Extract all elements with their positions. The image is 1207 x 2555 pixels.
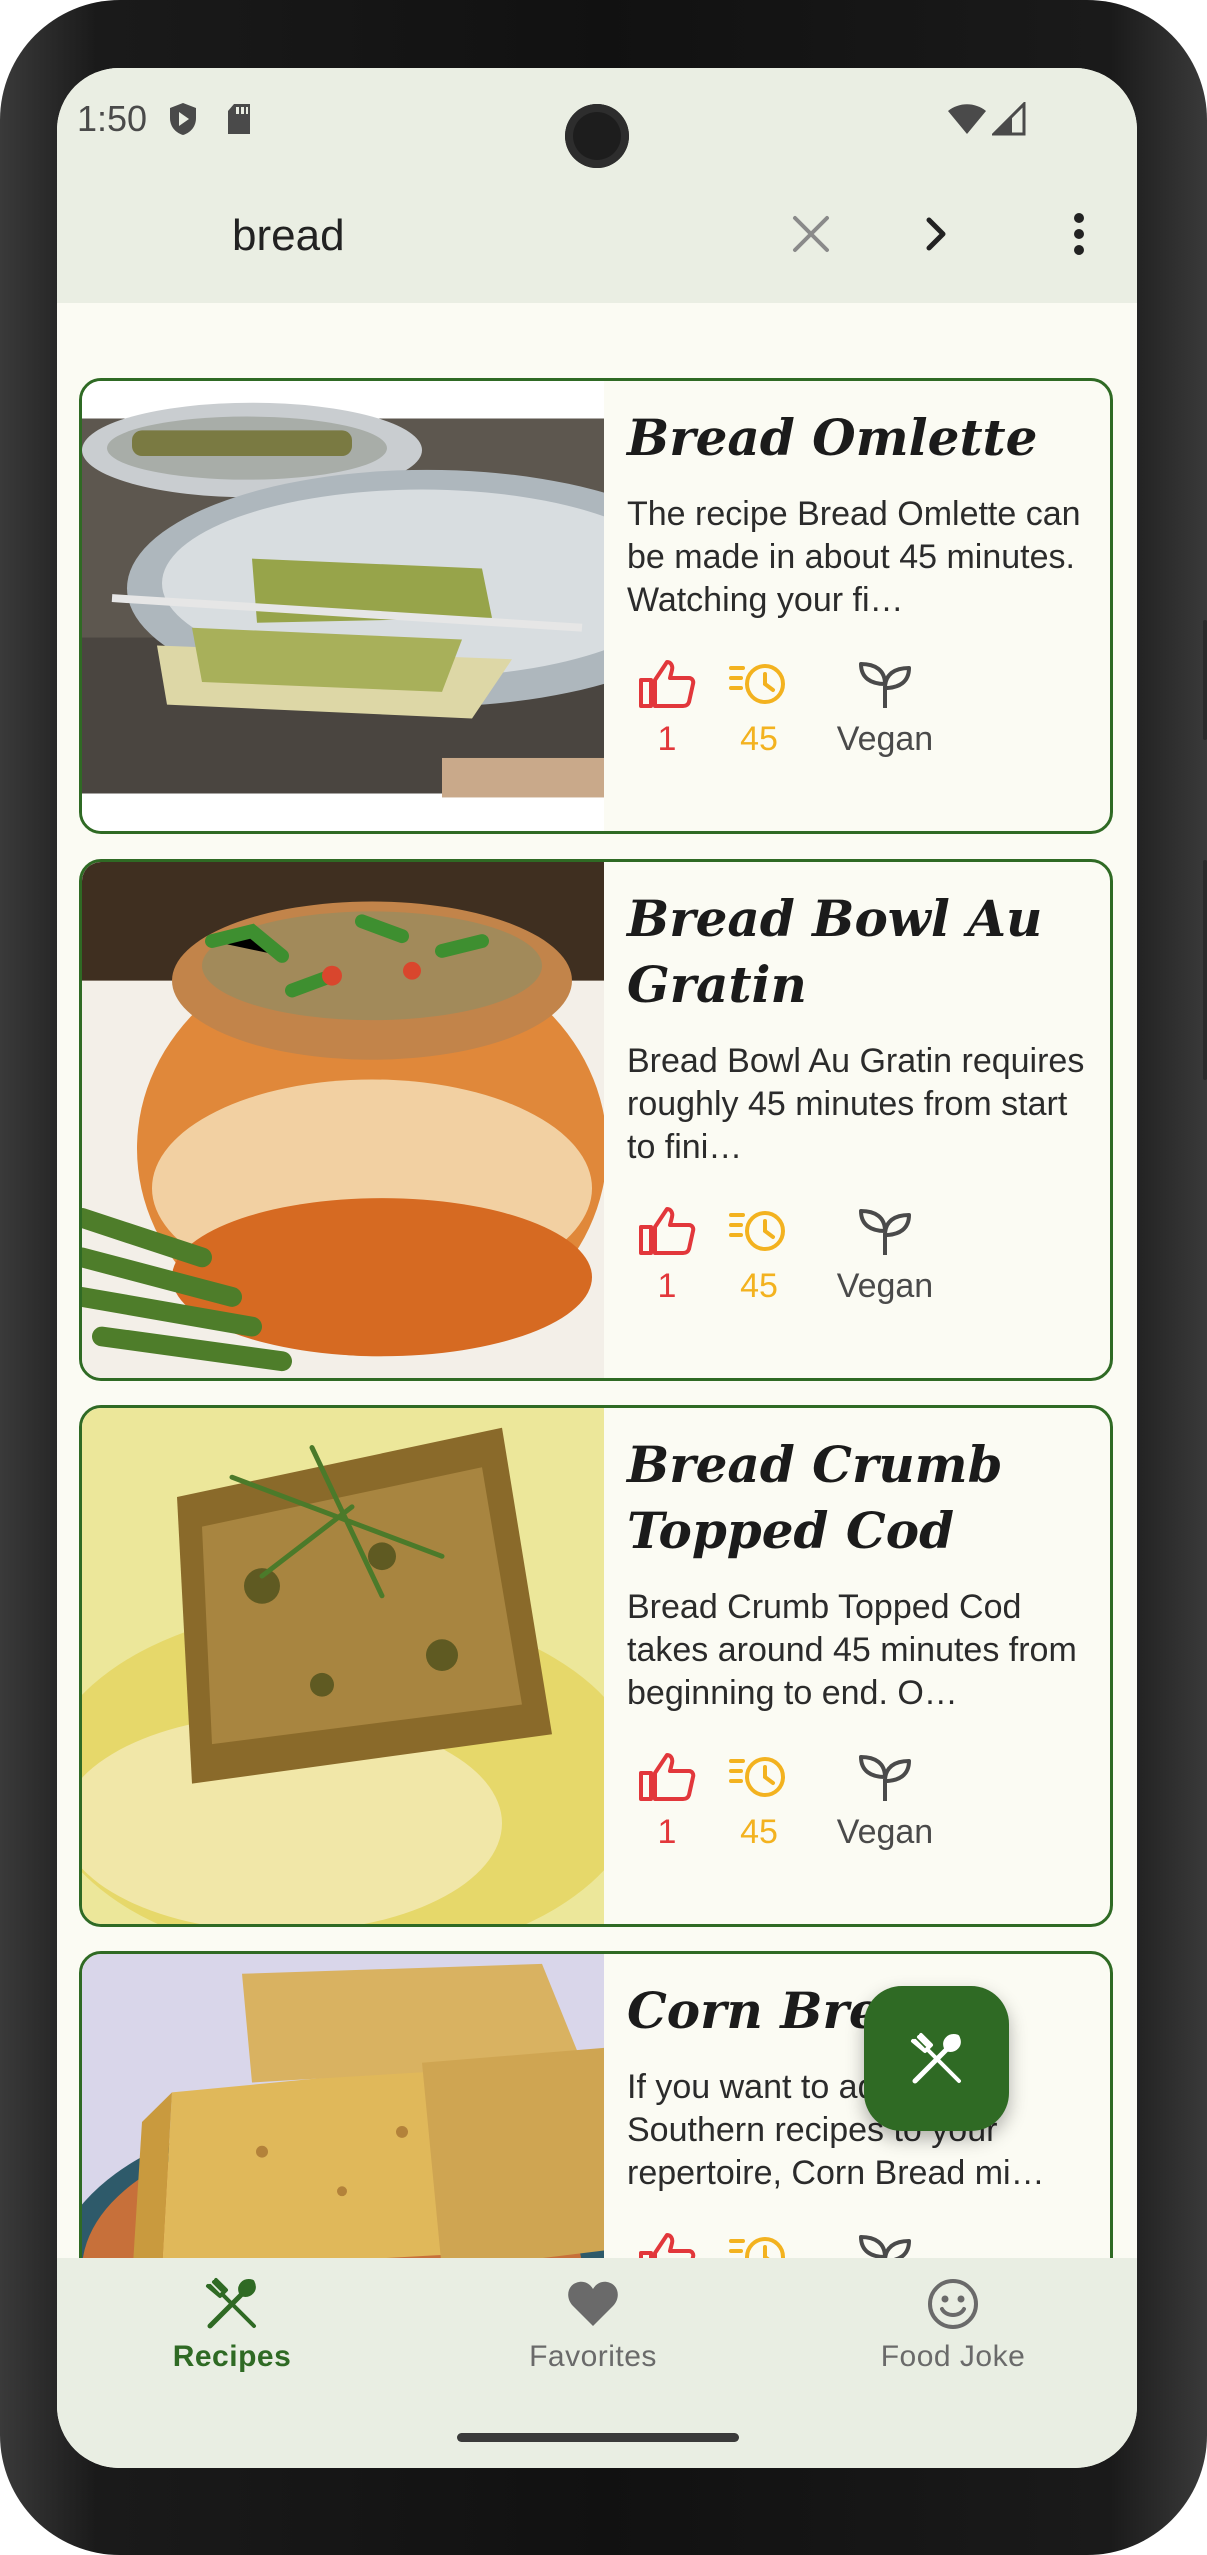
nav-label-favorites: Favorites [529,2340,657,2373]
diet-label: Vegan [836,1813,934,1851]
search-app-bar [57,168,1137,303]
leaf-icon [859,1755,911,1801]
sd-card-icon [228,104,250,134]
recipe-card[interactable]: Bread Bowl Au Gratin Bread Bowl Au Grati… [79,859,1113,1381]
search-input[interactable] [232,204,752,268]
overflow-menu-button[interactable] [1043,198,1115,270]
thumb-up-icon [639,2233,696,2258]
smiley-icon [928,2279,978,2329]
recipe-title: Bread Crumb Topped Cod [627,1435,1003,1560]
recipe-card[interactable]: Bread Crumb Topped Cod Bread Crumb Toppe… [79,1405,1113,1927]
recipe-filter-fab[interactable] [864,1986,1009,2131]
nav-label-recipes: Recipes [172,2340,292,2373]
recipe-title: Corn Bread [627,1981,949,2040]
recipe-description: Bread Crumb Topped Cod takes around 45 m… [627,1588,1077,1712]
diet-stat: Vegan [825,1751,945,1852]
bottom-navigation: Recipes Favorites Food Joke [57,2258,1137,2413]
volume-button [1203,860,1207,1080]
submit-search-button[interactable] [900,198,972,270]
front-camera [565,104,629,168]
time-stat [699,2231,819,2258]
recipe-stats: 1 45 Vegan [627,658,1090,778]
status-time: 1:50 [77,98,148,139]
thumb-up-icon [639,1753,696,1801]
leaf-icon [859,2235,911,2258]
minutes-value: 45 [740,720,778,758]
recipe-description: If you want to add more Southern recipes… [627,2068,1045,2192]
heart-icon [568,2281,618,2326]
thumb-up-icon [639,660,696,708]
timer-icon [729,2237,785,2258]
timer-icon [729,664,785,704]
shield-icon [170,103,196,135]
nav-item-favorites[interactable]: Favorites [463,2276,723,2374]
time-stat: 45 [699,658,819,759]
recipe-title: Bread Omlette [627,408,1038,467]
diet-stat: Vegan [825,1205,945,1306]
recipe-image [82,862,604,1378]
leaf-icon [859,1209,911,1255]
home-gesture-handle[interactable] [457,2433,739,2442]
recipe-stats: 1 45 Vegan [627,1751,1090,1871]
clear-search-button[interactable] [775,198,847,270]
gesture-bar [57,2413,1137,2468]
timer-icon [729,1757,785,1797]
wifi-icon [948,104,986,134]
timer-icon [729,1211,785,1251]
nav-label-food-joke: Food Joke [880,2340,1026,2373]
recipe-card-body: Bread Omlette The recipe Bread Omlette c… [627,381,1090,778]
recipe-card-body: Bread Crumb Topped Cod Bread Crumb Toppe… [627,1408,1090,1871]
recipe-card-body: Bread Bowl Au Gratin Bread Bowl Au Grati… [627,862,1090,1325]
thumb-up-icon [639,1207,696,1255]
recipe-title: Bread Bowl Au Gratin [627,889,1043,1014]
signal-icon [992,102,1026,136]
diet-stat: Vegan [825,658,945,759]
minutes-value: 45 [740,1267,778,1305]
recipe-stats: 1 45 Vegan [627,1205,1090,1325]
time-stat: 45 [699,1205,819,1306]
close-icon [793,216,829,252]
chevron-right-icon [926,217,946,251]
fork-knife-icon [206,2278,256,2329]
recipe-description: Bread Bowl Au Gratin requires roughly 45… [627,1042,1085,1166]
recipe-image [82,1408,604,1924]
recipe-image [82,1954,604,2258]
diet-label: Vegan [836,720,934,758]
minutes-value: 45 [740,1813,778,1851]
recipe-image [82,381,604,831]
recipe-card-body: Corn Bread If you want to add more South… [627,1954,1090,2258]
leaf-icon [859,662,911,708]
recipe-card[interactable]: Bread Omlette The recipe Bread Omlette c… [79,378,1113,834]
recipe-list[interactable]: Bread Omlette The recipe Bread Omlette c… [57,303,1137,2258]
recipe-description: The recipe Bread Omlette can be made in … [627,495,1081,619]
screen: 1:50 bread Bread Omlette The recipe Brea… [57,68,1137,2468]
nav-item-recipes[interactable]: Recipes [102,2276,362,2374]
diet-label: Vegan [836,1267,934,1305]
nav-item-food-joke[interactable]: Food Joke [823,2276,1083,2374]
power-button [1203,620,1207,740]
fork-knife-icon [910,2032,961,2083]
time-stat: 45 [699,1751,819,1852]
recipe-stats [627,2231,1090,2258]
more-vert-icon [1074,213,1084,255]
diet-stat [825,2231,945,2258]
